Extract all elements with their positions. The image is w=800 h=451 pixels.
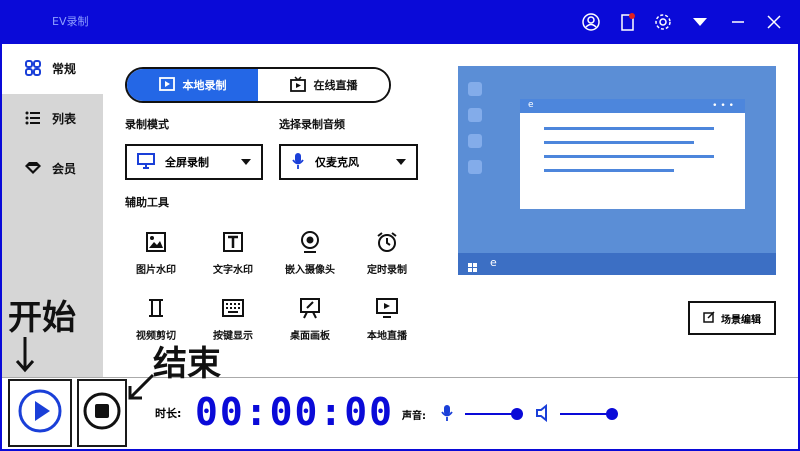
tool-text-watermark[interactable]: 文字水印 — [193, 231, 273, 281]
alarm-icon — [376, 231, 398, 253]
text-icon — [222, 231, 244, 253]
tab-label: 本地录制 — [182, 79, 227, 92]
speaker-icon[interactable] — [535, 403, 551, 426]
sidebar-item-label: 常规 — [52, 61, 77, 76]
timer-display: 00:00:00 — [195, 390, 395, 434]
browser-icon: e — [490, 256, 497, 269]
screen-preview: e ••• e — [458, 66, 776, 275]
tab-label: 在线直播 — [313, 79, 358, 92]
title-bar: EV录制 — [0, 0, 800, 44]
desktop-icon — [468, 134, 482, 148]
chevron-down-icon — [241, 159, 251, 165]
image-icon — [145, 231, 167, 253]
tool-scheduled-record[interactable]: 定时录制 — [347, 231, 427, 281]
audio-source-label: 选择录制音频 — [279, 118, 345, 131]
webcam-icon — [299, 231, 321, 253]
close-icon[interactable] — [764, 12, 784, 32]
text-line — [544, 169, 674, 172]
list-icon — [24, 109, 42, 127]
arrow-down-icon — [14, 335, 36, 377]
microphone-icon — [291, 152, 305, 173]
scene-edit-button[interactable]: 场景编辑 — [688, 301, 776, 335]
desktop-icon — [468, 160, 482, 174]
sidebar-item-label: 会员 — [52, 161, 77, 176]
tool-label: 桌面画板 — [290, 331, 330, 342]
keyboard-icon — [222, 297, 244, 319]
cut-icon — [145, 297, 167, 319]
microphone-icon[interactable] — [441, 404, 453, 426]
sidebar-item-general[interactable]: 常规 — [2, 48, 103, 88]
tool-local-broadcast[interactable]: 本地直播 — [347, 297, 427, 347]
app-title: EV录制 — [52, 15, 89, 28]
monitor-icon — [137, 152, 155, 172]
preview-taskbar: e — [458, 253, 776, 275]
preview-window: e ••• — [520, 99, 745, 209]
tool-label: 本地直播 — [367, 331, 407, 342]
start-button[interactable] — [8, 379, 72, 447]
tool-whiteboard[interactable]: 桌面画板 — [270, 297, 350, 347]
window-controls-icon: ••• — [712, 101, 737, 111]
arrow-diagonal-icon — [126, 372, 156, 406]
sidebar-item-label: 列表 — [52, 111, 77, 126]
tool-label: 图片水印 — [136, 265, 176, 276]
tab-local-record[interactable]: 本地录制 — [127, 69, 258, 101]
record-mode-value: 全屏录制 — [165, 156, 209, 169]
record-mode-label: 录制模式 — [125, 118, 169, 131]
browser-icon: e — [528, 100, 534, 110]
mic-volume-slider[interactable] — [465, 413, 517, 415]
speaker-volume-slider[interactable] — [560, 413, 612, 415]
minimize-icon[interactable] — [728, 12, 748, 32]
edit-icon — [703, 310, 715, 326]
desktop-icon — [468, 82, 482, 96]
grid-icon — [24, 59, 42, 77]
tool-label: 文字水印 — [213, 265, 253, 276]
mode-tabs: 本地录制 在线直播 — [125, 67, 391, 103]
dropdown-icon[interactable] — [690, 12, 710, 32]
desktop-icon — [468, 108, 482, 122]
tools-label: 辅助工具 — [125, 196, 169, 209]
audio-source-select[interactable]: 仅麦克风 — [279, 144, 418, 180]
windows-logo-icon — [468, 258, 478, 277]
start-annotation: 开始 — [8, 298, 76, 338]
text-line — [544, 127, 714, 130]
sidebar-item-member[interactable]: 会员 — [2, 148, 103, 188]
tool-webcam[interactable]: 嵌入摄像头 — [270, 231, 350, 281]
notification-icon[interactable] — [618, 12, 638, 32]
local-record-icon — [158, 76, 175, 94]
tv-icon — [289, 75, 306, 95]
settings-icon[interactable] — [653, 12, 673, 32]
user-icon[interactable] — [581, 12, 601, 32]
tool-label: 嵌入摄像头 — [285, 265, 335, 276]
speaker-volume-knob[interactable] — [606, 408, 618, 420]
tool-image-watermark[interactable]: 图片水印 — [116, 231, 196, 281]
preview-window-titlebar: e ••• — [520, 99, 745, 113]
tool-label: 定时录制 — [367, 265, 407, 276]
diamond-icon — [24, 159, 42, 177]
mic-volume-knob[interactable] — [511, 408, 523, 420]
stop-annotation: 结束 — [153, 344, 221, 384]
play-icon — [17, 388, 63, 438]
chevron-down-icon — [396, 159, 406, 165]
scene-edit-label: 场景编辑 — [721, 314, 761, 326]
duration-label: 时长: — [155, 407, 182, 420]
tab-live-stream[interactable]: 在线直播 — [258, 69, 389, 101]
text-line — [544, 155, 714, 158]
volume-label: 声音: — [402, 411, 426, 422]
broadcast-icon — [376, 297, 398, 319]
sidebar-item-list[interactable]: 列表 — [2, 98, 103, 138]
stop-button[interactable] — [77, 379, 127, 447]
audio-source-value: 仅麦克风 — [315, 156, 359, 169]
whiteboard-icon — [299, 297, 321, 319]
stop-icon — [82, 391, 122, 435]
text-line — [544, 141, 694, 144]
record-mode-select[interactable]: 全屏录制 — [125, 144, 263, 180]
